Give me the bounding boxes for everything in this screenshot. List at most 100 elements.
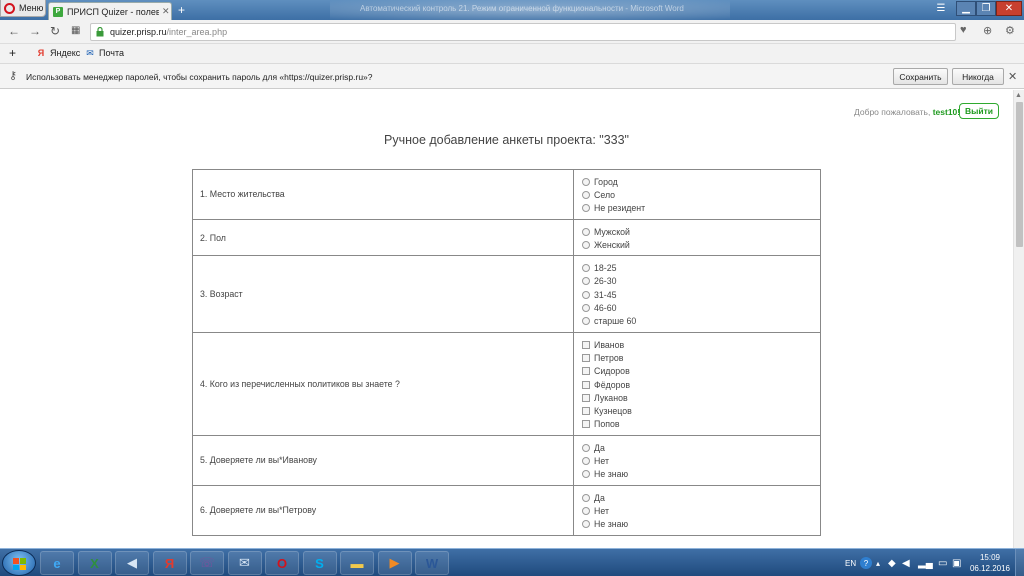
radio-button[interactable] — [582, 264, 590, 273]
radio-option[interactable]: Город — [582, 175, 820, 188]
excel-icon[interactable]: X — [77, 551, 112, 575]
download-icon[interactable]: ⊕ — [983, 24, 992, 37]
folder-icon[interactable]: ▬ — [340, 551, 374, 575]
clock-date: 06.12.2016 — [969, 564, 1011, 573]
radio-button[interactable] — [582, 456, 590, 465]
radio-button[interactable] — [582, 520, 590, 529]
radio-button[interactable] — [582, 290, 590, 299]
close-bar-icon[interactable]: ✕ — [1008, 70, 1017, 83]
network-activity-icon[interactable]: ◆ — [888, 549, 896, 576]
speed-dial-icon[interactable]: ▦ — [71, 25, 80, 36]
tab-close-icon[interactable]: ✕ — [162, 6, 170, 17]
battery-icon[interactable]: ▭ — [938, 549, 947, 576]
radio-option[interactable]: Нет — [582, 454, 820, 467]
back-icon[interactable]: ← — [8, 24, 20, 38]
help-icon[interactable]: ? — [860, 557, 872, 569]
scrollbar-thumb[interactable] — [1016, 102, 1023, 247]
checkbox[interactable] — [582, 367, 590, 376]
network-icon[interactable]: ▣ — [952, 549, 961, 576]
mail-icon[interactable]: ✉ — [227, 551, 262, 575]
radio-option[interactable]: 18-25 — [582, 261, 820, 274]
system-clock[interactable]: 15:09 06.12.2016 — [968, 552, 1012, 574]
option-label: 26-30 — [594, 276, 617, 287]
language-indicator[interactable]: EN — [845, 549, 856, 576]
browser-menu-button[interactable]: Меню — [0, 0, 46, 17]
option-label: Луканов — [594, 392, 628, 403]
option-label: старше 60 — [594, 316, 637, 327]
radio-button[interactable] — [582, 317, 590, 326]
browser-tab[interactable]: P ПРИСП Quizer - полевая ✕ — [48, 2, 172, 20]
answer-options: Мужской Женский — [573, 218, 821, 257]
opera-icon[interactable]: O — [265, 551, 299, 575]
checkbox[interactable] — [582, 420, 590, 429]
forward-icon[interactable]: → — [29, 24, 41, 38]
checkbox-option[interactable]: Иванов — [582, 338, 820, 351]
radio-option[interactable]: Женский — [582, 238, 820, 251]
radio-button[interactable] — [582, 506, 590, 515]
checkbox[interactable] — [582, 380, 590, 389]
volume-icon[interactable]: ◀ — [902, 549, 910, 576]
radio-button[interactable] — [582, 493, 590, 502]
radio-button[interactable] — [582, 240, 590, 249]
ie-icon[interactable]: e — [40, 551, 74, 575]
speaker-app-icon[interactable]: ◀ — [115, 551, 149, 575]
radio-option[interactable]: Село — [582, 188, 820, 201]
maximize-button[interactable]: ❐ — [976, 1, 996, 16]
radio-button[interactable] — [582, 443, 590, 452]
viber-icon[interactable]: ☏ — [190, 551, 224, 575]
radio-button[interactable] — [582, 190, 590, 199]
skype-icon[interactable]: S — [302, 551, 337, 575]
radio-button[interactable] — [582, 177, 590, 186]
settings-icon[interactable]: ⚙ — [1005, 24, 1015, 37]
never-save-button[interactable]: Никогда — [952, 68, 1004, 85]
logout-button[interactable]: Выйти — [959, 103, 999, 119]
radio-option[interactable]: Не резидент — [582, 202, 820, 215]
checkbox[interactable] — [582, 407, 590, 416]
radio-button[interactable] — [582, 204, 590, 213]
radio-option[interactable]: 31-45 — [582, 288, 820, 301]
add-bookmark-icon[interactable]: + — [9, 46, 16, 60]
word-icon[interactable]: W — [415, 551, 449, 575]
checkbox-option[interactable]: Сидоров — [582, 365, 820, 378]
start-button[interactable] — [2, 550, 36, 576]
checkbox-option[interactable]: Попов — [582, 418, 820, 431]
radio-option[interactable]: Мужской — [582, 225, 820, 238]
new-tab-icon[interactable]: + — [178, 3, 185, 17]
tray-expand-icon[interactable]: ▴ — [876, 549, 880, 576]
bookmark-mail[interactable]: ✉ Почта — [85, 48, 124, 58]
radio-option[interactable]: Да — [582, 491, 820, 504]
radio-option[interactable]: Не знаю — [582, 468, 820, 481]
radio-option[interactable]: Да — [582, 441, 820, 454]
close-window-button[interactable]: ✕ — [996, 1, 1022, 16]
address-bar[interactable]: quizer.prisp.ru/inter_area.php — [90, 23, 956, 41]
radio-option[interactable]: Нет — [582, 504, 820, 517]
checkbox-option[interactable]: Фёдоров — [582, 378, 820, 391]
show-desktop-button[interactable] — [1015, 549, 1024, 576]
checkbox[interactable] — [582, 340, 590, 349]
radio-option[interactable]: 26-30 — [582, 275, 820, 288]
signal-icon[interactable]: ▂▄ — [918, 549, 933, 576]
page-scrollbar[interactable]: ▲ — [1013, 90, 1024, 548]
reload-icon[interactable]: ↻ — [50, 24, 60, 38]
radio-option[interactable]: старше 60 — [582, 315, 820, 328]
checkbox-option[interactable]: Луканов — [582, 391, 820, 404]
tab-menu-icon[interactable]: ☰ — [934, 1, 948, 16]
radio-button[interactable] — [582, 227, 590, 236]
radio-option[interactable]: Не знаю — [582, 518, 820, 531]
radio-option[interactable]: 46-60 — [582, 301, 820, 314]
bookmark-yandex[interactable]: Я Яндекс — [36, 48, 81, 58]
radio-button[interactable] — [582, 470, 590, 479]
checkbox-option[interactable]: Кузнецов — [582, 404, 820, 417]
heart-icon[interactable]: ♥ — [960, 24, 967, 36]
save-password-button[interactable]: Сохранить — [893, 68, 948, 85]
checkbox-option[interactable]: Петров — [582, 351, 820, 364]
checkbox[interactable] — [582, 353, 590, 362]
media-player-icon[interactable]: ▶ — [377, 551, 412, 575]
radio-button[interactable] — [582, 277, 590, 286]
minimize-button[interactable]: ▁ — [956, 1, 976, 16]
radio-button[interactable] — [582, 304, 590, 313]
scroll-up-icon[interactable]: ▲ — [1015, 92, 1022, 99]
option-label: Да — [594, 442, 605, 453]
yandex-icon[interactable]: Я — [152, 551, 187, 575]
checkbox[interactable] — [582, 393, 590, 402]
